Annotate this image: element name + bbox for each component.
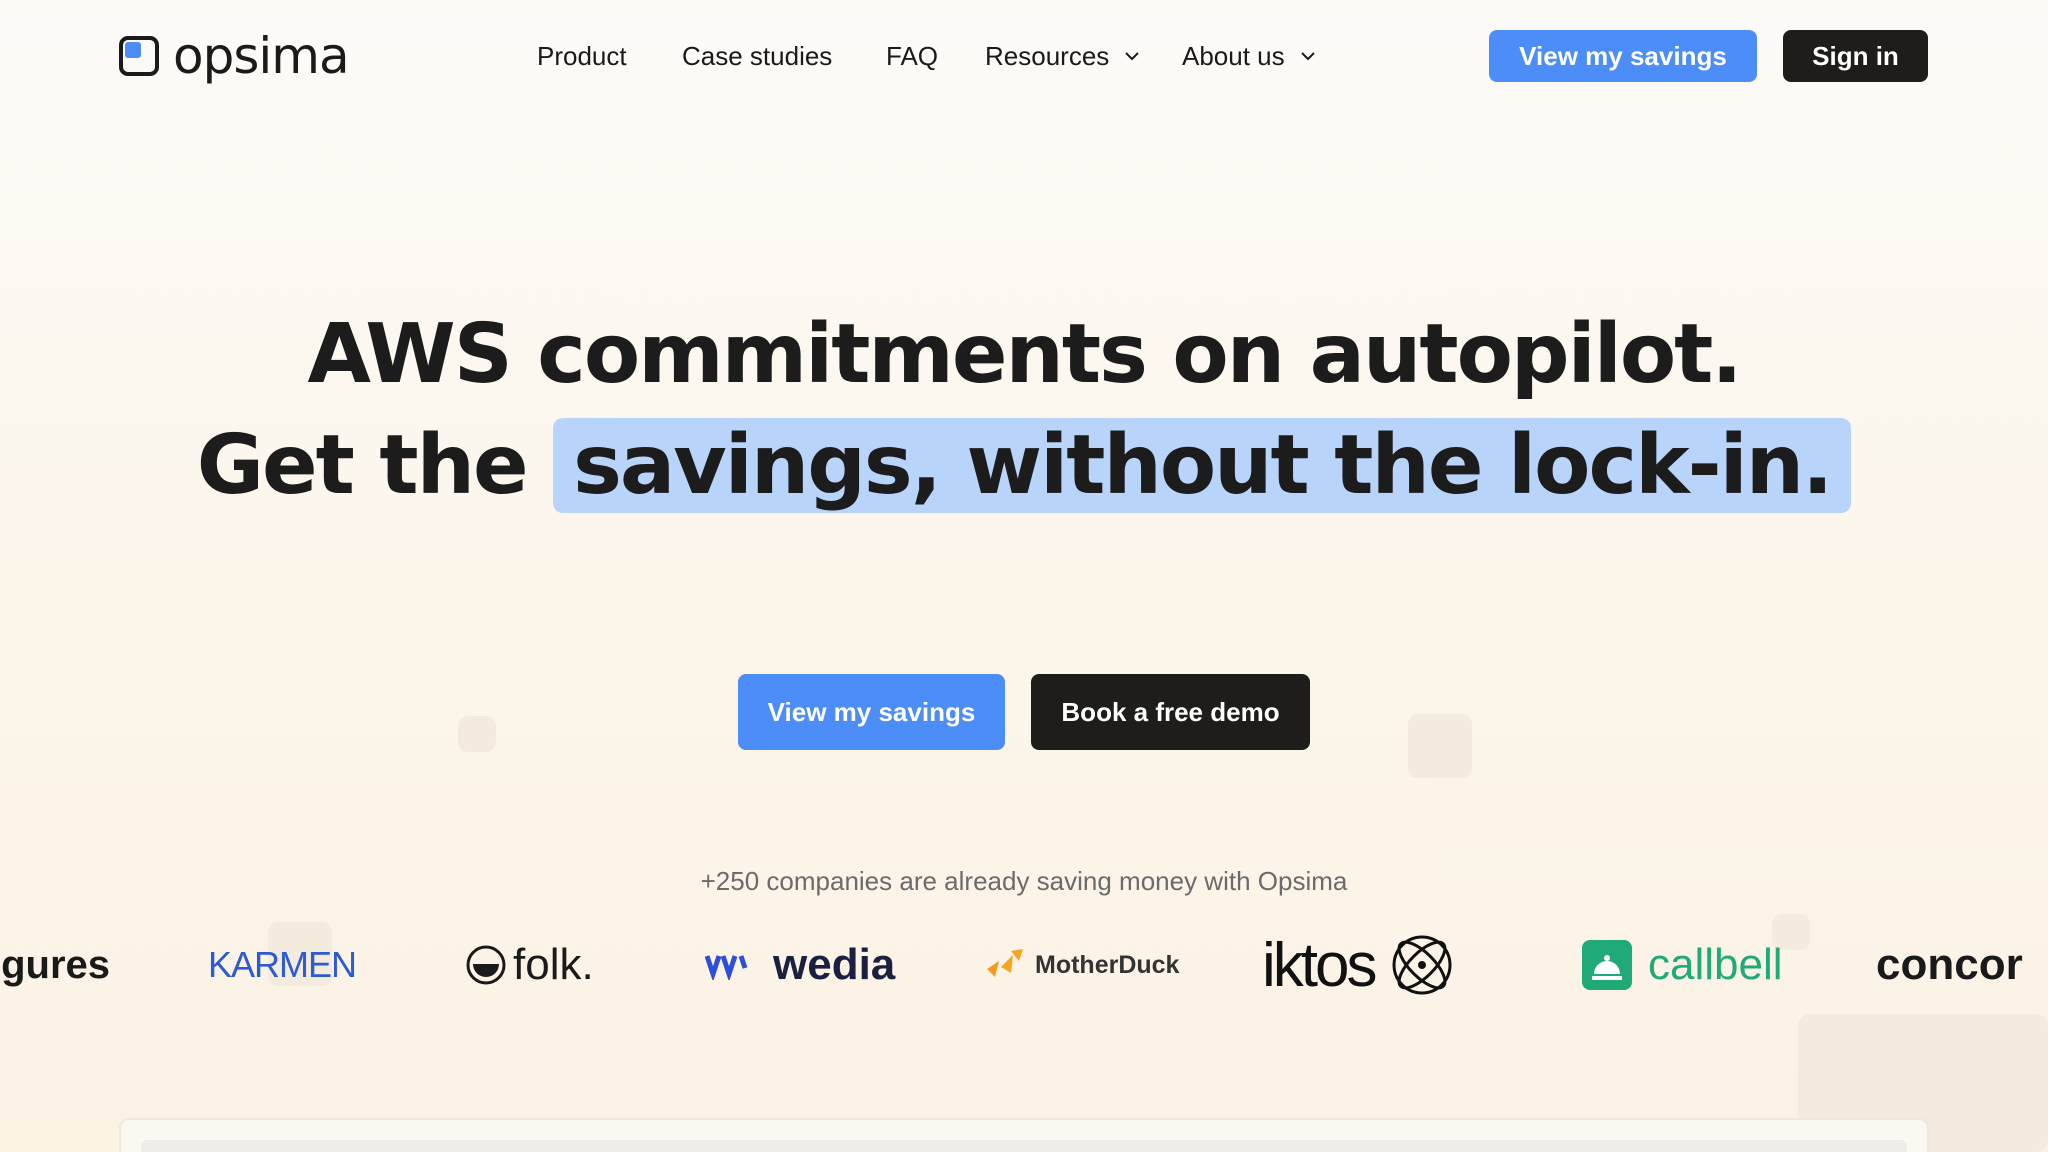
folk-logo-icon — [466, 945, 506, 985]
customer-logo-karmen-text: KARMEN — [208, 944, 357, 985]
customer-logo-folk-text: folk. — [513, 940, 594, 989]
nav-resources[interactable]: Resources — [985, 36, 1141, 76]
nav-case-studies[interactable]: Case studies — [682, 36, 832, 76]
nav-product[interactable]: Product — [537, 36, 627, 76]
customer-logo-figures: igures — [0, 920, 110, 1010]
book-demo-button[interactable]: Book a free demo — [1031, 674, 1310, 750]
product-preview-card — [119, 1118, 1929, 1152]
view-savings-hero-button[interactable]: View my savings — [738, 674, 1005, 750]
customer-logo-iktos: iktos — [1262, 920, 1456, 1010]
hero-title-highlight: savings, without the lock-in. — [553, 418, 1852, 513]
hero-title-line1: AWS commitments on autopilot. — [307, 307, 1742, 402]
customer-logo-iktos-text: iktos — [1262, 930, 1377, 1000]
customer-logo-wedia-text: wedia — [773, 940, 896, 989]
customer-logos: igures KARMEN folk. wedia MotherDuck ikt… — [0, 920, 2048, 1010]
site-header: opsima Product Case studies FAQ Resource… — [0, 0, 2048, 110]
hero-title-line2: Get the savings, without the lock-in. — [0, 418, 2048, 514]
motherduck-logo-icon — [987, 949, 1023, 977]
customer-logo-motherduck: MotherDuck — [985, 920, 1179, 1010]
decorative-square — [1408, 714, 1472, 778]
view-savings-header-button[interactable]: View my savings — [1489, 30, 1757, 82]
customer-logo-concord: concor — [1876, 920, 2023, 1010]
customer-logo-concord-text: concor — [1876, 940, 2023, 989]
customer-logo-figures-text: igures — [0, 942, 111, 987]
product-preview-screen — [141, 1140, 1907, 1152]
customer-logo-folk: folk. — [465, 920, 594, 1010]
decorative-square — [458, 716, 496, 752]
customer-logo-wedia: wedia — [705, 920, 895, 1010]
chevron-down-icon — [1300, 52, 1315, 61]
nav-case-studies-label: Case studies — [682, 40, 833, 71]
customer-logo-motherduck-text: MotherDuck — [1035, 950, 1180, 979]
nav-about-us-label: About us — [1182, 40, 1285, 71]
opsima-logo[interactable]: opsima — [119, 27, 350, 85]
social-proof-tagline: +250 companies are already saving money … — [700, 866, 1348, 896]
hero-title-prefix: Get the — [196, 418, 529, 513]
chevron-down-icon — [1125, 52, 1139, 61]
nav-resources-label: Resources — [985, 40, 1110, 71]
nav-faq-label: FAQ — [886, 40, 939, 71]
customer-logo-karmen: KARMEN — [208, 920, 357, 1010]
customer-logo-callbell: callbell — [1582, 920, 1783, 1010]
wedia-logo-icon — [705, 955, 748, 980]
nav-about-us[interactable]: About us — [1182, 36, 1317, 76]
iktos-atom-icon — [1392, 935, 1452, 995]
customer-logo-callbell-text: callbell — [1648, 940, 1783, 989]
sign-in-button[interactable]: Sign in — [1783, 30, 1928, 82]
callbell-logo-icon — [1582, 940, 1632, 990]
brand-name: opsima — [173, 27, 350, 85]
nav-faq[interactable]: FAQ — [886, 36, 938, 76]
opsima-logo-icon — [119, 36, 159, 76]
nav-product-label: Product — [537, 40, 627, 71]
